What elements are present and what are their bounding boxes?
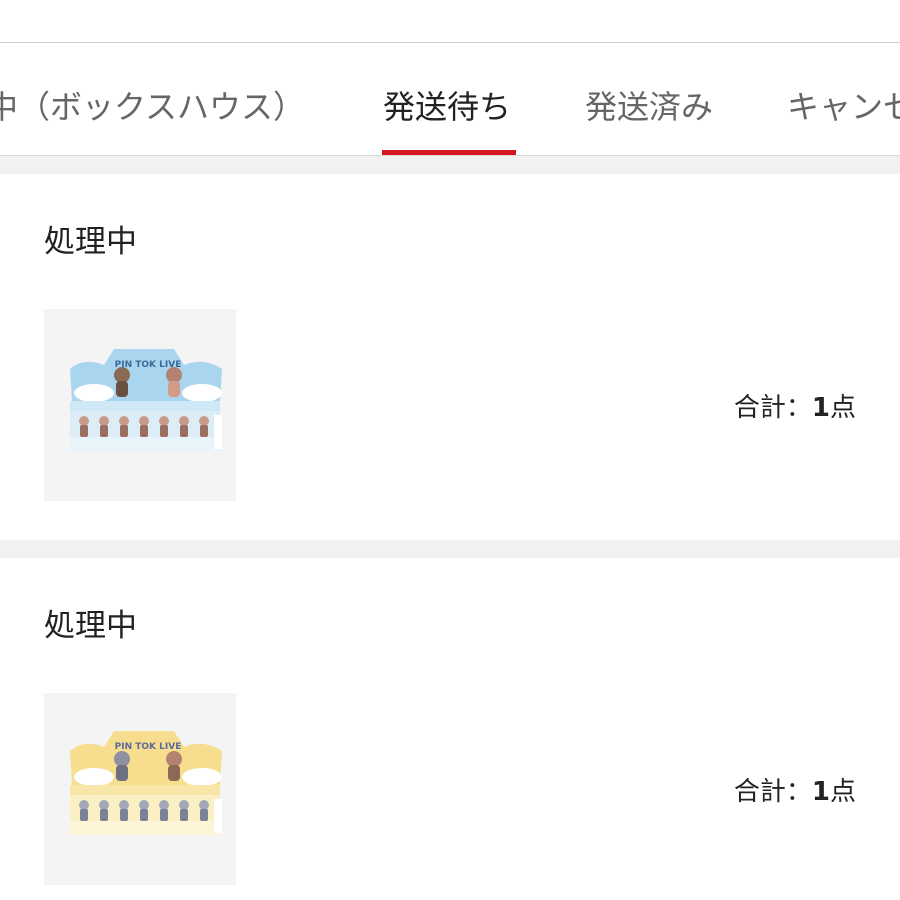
blind-box-display-image: PIN TOK LIVE — [44, 309, 236, 501]
order-card[interactable]: 処理中 PIN TOK LIVE 合計：1点 — [0, 558, 900, 900]
section-divider — [0, 156, 900, 174]
order-status-tabs: 中（ボックスハウス） 発送待ち 発送済み キャンセ — [0, 43, 900, 156]
total-label: 合計： — [733, 777, 812, 807]
total-unit: 点 — [829, 393, 856, 423]
order-status: 処理中 — [44, 224, 137, 260]
blind-box-display-image: PIN TOK LIVE — [44, 693, 236, 885]
order-total: 合計：1点 — [734, 774, 856, 810]
order-total: 合計：1点 — [734, 390, 856, 426]
tab-box-house[interactable]: 中（ボックスハウス） — [0, 87, 305, 127]
tab-awaiting-shipment[interactable]: 発送待ち — [383, 87, 511, 127]
tab-shipped[interactable]: 発送済み — [585, 87, 713, 127]
order-status: 処理中 — [44, 608, 137, 644]
total-label: 合計： — [733, 393, 812, 423]
total-unit: 点 — [829, 777, 856, 807]
section-divider — [0, 540, 900, 558]
total-count: 1 — [811, 393, 830, 423]
product-thumbnail[interactable]: PIN TOK LIVE — [44, 693, 236, 885]
active-tab-indicator — [382, 150, 516, 155]
product-logo-text: PIN TOK LIVE — [115, 742, 182, 752]
order-card[interactable]: 処理中 PIN TOK LIVE 合計：1点 — [0, 174, 900, 540]
product-thumbnail[interactable]: PIN TOK LIVE — [44, 309, 236, 501]
total-count: 1 — [811, 777, 830, 807]
header-bar — [0, 0, 900, 43]
tab-cancelled[interactable]: キャンセ — [787, 87, 900, 127]
